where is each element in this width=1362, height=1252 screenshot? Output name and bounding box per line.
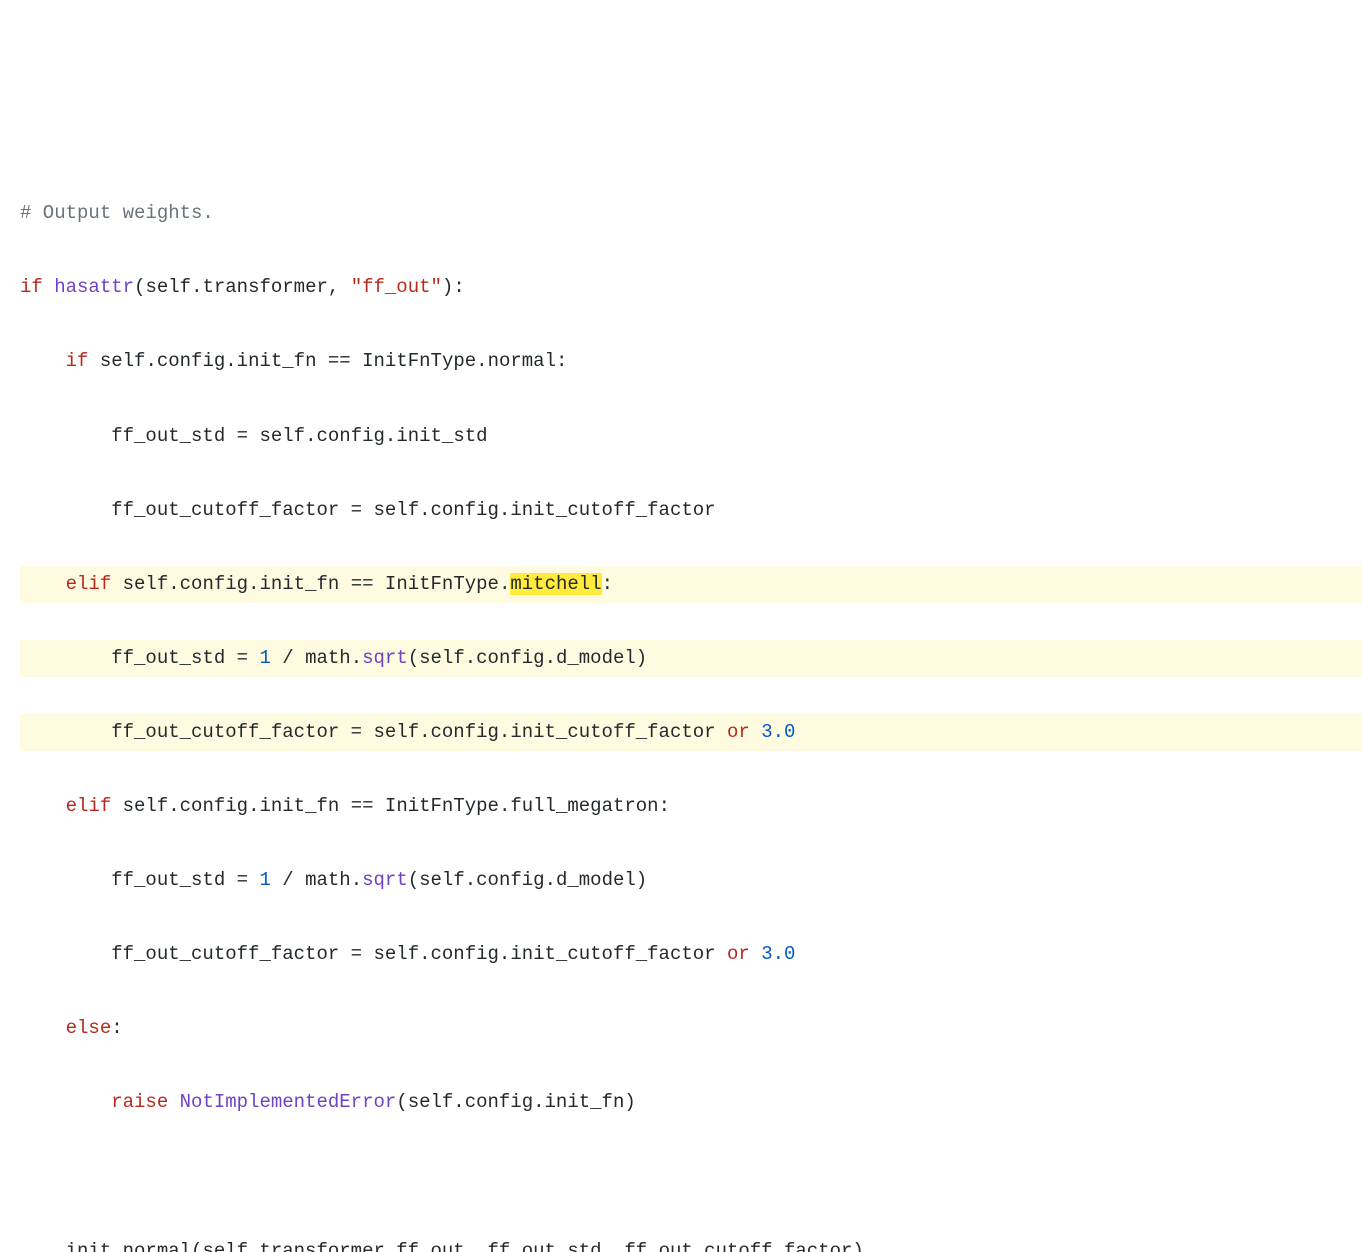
comma: , xyxy=(328,276,339,298)
code-line: elif self.config.init_fn == InitFnType.f… xyxy=(20,788,1362,825)
operator-slash: / xyxy=(282,647,293,669)
func-init-normal: init_normal xyxy=(66,1240,191,1252)
enum-full-megatron: full_megatron xyxy=(510,795,658,817)
code-line-blank xyxy=(20,1158,1362,1195)
assign: = xyxy=(237,425,248,447)
attr-transformer: transformer xyxy=(202,276,327,298)
keyword-if: if xyxy=(66,350,89,372)
var-ff-out-cutoff: ff_out_cutoff_factor xyxy=(111,499,339,521)
dot: . xyxy=(191,276,202,298)
number-three: 3.0 xyxy=(761,721,795,743)
self: self xyxy=(145,276,191,298)
paren-open: ( xyxy=(134,276,145,298)
attr-init-cutoff: init_cutoff_factor xyxy=(510,499,715,521)
code-line-highlighted: ff_out_std = 1 / math.sqrt(self.config.d… xyxy=(20,640,1362,677)
comment: # Output weights. xyxy=(20,202,214,224)
func-sqrt: sqrt xyxy=(362,647,408,669)
keyword-elif: elif xyxy=(66,573,112,595)
self: self xyxy=(100,350,146,372)
operator-eq: == xyxy=(328,350,351,372)
code-line: if hasattr(self.transformer, "ff_out"): xyxy=(20,269,1362,306)
code-line: ff_out_std = 1 / math.sqrt(self.config.d… xyxy=(20,862,1362,899)
code-line: # Output weights. xyxy=(20,195,1362,232)
colon: : xyxy=(453,276,464,298)
code-block: # Output weights. if hasattr(self.transf… xyxy=(20,158,1362,1252)
code-line: ff_out_std = self.config.init_std xyxy=(20,418,1362,455)
string-ff-out: "ff_out" xyxy=(351,276,442,298)
module-math: math xyxy=(305,647,351,669)
keyword-else: else xyxy=(66,1017,112,1039)
attr-ff-out: ff_out xyxy=(396,1240,464,1252)
class-initfntype: InitFnType xyxy=(362,350,476,372)
exception-notimplemented: NotImplementedError xyxy=(180,1091,397,1113)
code-line: raise NotImplementedError(self.config.in… xyxy=(20,1084,1362,1121)
paren-close: ) xyxy=(442,276,453,298)
number-one: 1 xyxy=(259,647,270,669)
keyword-raise: raise xyxy=(111,1091,168,1113)
attr-init-std: init_std xyxy=(396,425,487,447)
enum-normal: normal xyxy=(488,350,556,372)
enum-mitchell-highlighted: mitchell xyxy=(510,573,601,595)
attr-d-model: d_model xyxy=(556,647,636,669)
builtin-hasattr: hasattr xyxy=(54,276,134,298)
code-line-highlighted: elif self.config.init_fn == InitFnType.m… xyxy=(20,566,1362,603)
var-ff-out-std: ff_out_std xyxy=(111,425,225,447)
code-line: ff_out_cutoff_factor = self.config.init_… xyxy=(20,936,1362,973)
code-line: else: xyxy=(20,1010,1362,1047)
code-line-highlighted: ff_out_cutoff_factor = self.config.init_… xyxy=(20,714,1362,751)
keyword-or: or xyxy=(727,721,750,743)
code-line: ff_out_cutoff_factor = self.config.init_… xyxy=(20,492,1362,529)
keyword-if: if xyxy=(20,276,43,298)
code-line: init_normal(self.transformer.ff_out, ff_… xyxy=(20,1233,1362,1252)
code-line: if self.config.init_fn == InitFnType.nor… xyxy=(20,343,1362,380)
